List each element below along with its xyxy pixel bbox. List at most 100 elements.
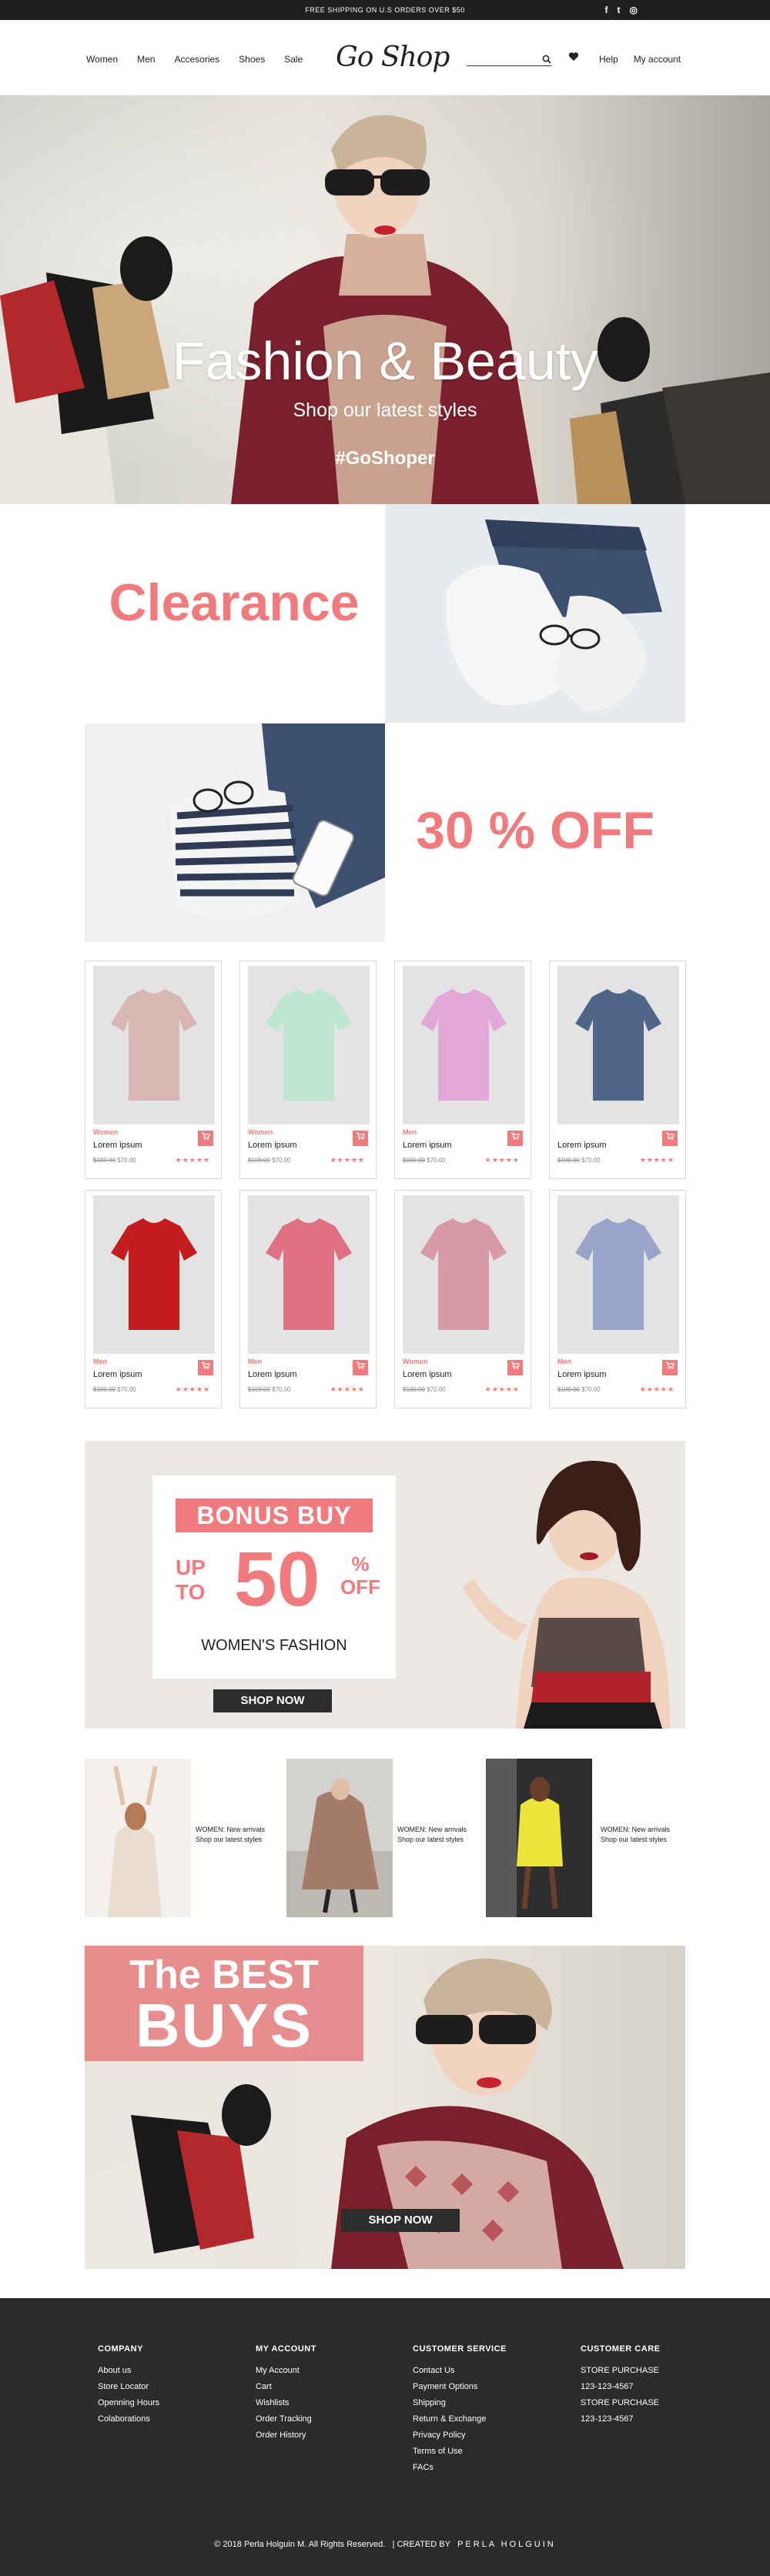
product-price: $100.00 $70.00 [557, 1386, 601, 1393]
account-nav: Help My account [599, 54, 681, 65]
instagram-icon[interactable]: ◎ [630, 5, 638, 15]
nav-women[interactable]: Women [86, 54, 118, 65]
product-category: Men [93, 1358, 107, 1365]
twitter-icon[interactable]: t [618, 5, 621, 15]
author-credit[interactable]: PERLA HOLGUIN [457, 2540, 556, 2549]
product-card[interactable]: Men Lorem ipsum $100.00 $70.00 ★★★★★ [239, 1190, 377, 1408]
product-name[interactable]: Lorem ipsum [93, 1370, 142, 1379]
footer-link[interactable]: Payment Options [413, 2379, 507, 2395]
bonus-to: TO [176, 1580, 206, 1604]
bonus-shop-now-button[interactable]: SHOP NOW [213, 1689, 332, 1712]
footer-link[interactable]: Return & Exchange [413, 2411, 507, 2427]
footer-link[interactable]: My Account [256, 2363, 316, 2379]
site-logo[interactable]: Go Shop [336, 42, 450, 73]
add-to-cart-icon[interactable] [198, 1131, 213, 1146]
footer-link[interactable]: Terms of Use [413, 2444, 507, 2460]
product-price: $100.00 $70.00 [93, 1157, 136, 1164]
hero-title: Fashion & Beauty [172, 331, 598, 391]
footer-link[interactable]: Store Locator [98, 2379, 159, 2395]
add-to-cart-icon[interactable] [353, 1360, 368, 1375]
nav-accessories[interactable]: Accesories [174, 54, 219, 65]
footer-link[interactable]: FACs [413, 2460, 507, 2476]
footer-link[interactable]: Shipping [413, 2395, 507, 2411]
product-card[interactable]: Women Lorem ipsum $100.00 $70.00 ★★★★★ [394, 1190, 531, 1408]
product-image[interactable] [557, 1195, 679, 1354]
bonus-up: UP [176, 1555, 206, 1579]
nav-sale[interactable]: Sale [284, 54, 303, 65]
best-buys-shop-now-button[interactable]: SHOP NOW [341, 2209, 460, 2232]
product-image[interactable] [248, 1195, 370, 1354]
arrival-image-1[interactable] [85, 1759, 191, 1917]
product-image[interactable] [93, 966, 215, 1124]
add-to-cart-icon[interactable] [662, 1360, 678, 1375]
product-card[interactable]: Men Lorem ipsum $100.00 $70.00 ★★★★★ [549, 1190, 686, 1408]
footer-link[interactable]: About us [98, 2363, 159, 2379]
arrival-1-subtitle: Shop our latest styles [196, 1836, 263, 1843]
bonus-subtitle: WOMEN'S FASHION [201, 1637, 347, 1654]
clearance-image[interactable] [385, 504, 685, 723]
product-name[interactable]: Lorem ipsum [557, 1370, 607, 1379]
footer-link[interactable]: STORE PURCHASE [581, 2395, 660, 2411]
shipping-message: FREE SHIPPING ON U.S ORDERS OVER $50 [305, 6, 465, 14]
footer-link[interactable]: Colaborations [98, 2411, 159, 2427]
product-name[interactable]: Lorem ipsum [248, 1370, 297, 1379]
product-image[interactable] [248, 966, 370, 1124]
product-old-price: $100.00 [403, 1157, 425, 1164]
product-card[interactable]: Men Lorem ipsum $100.00 $70.00 ★★★★★ [85, 1190, 222, 1408]
arrival-1-title: WOMEN: New arrivals [196, 1826, 266, 1833]
product-category: Men [557, 1358, 571, 1365]
help-link[interactable]: Help [599, 54, 618, 65]
product-image[interactable] [403, 1195, 524, 1354]
search-input[interactable] [467, 57, 537, 66]
footer-link[interactable]: Contact Us [413, 2363, 507, 2379]
product-image[interactable] [93, 1195, 215, 1354]
facebook-icon[interactable]: f [605, 5, 608, 15]
footer-link[interactable]: Privacy Policy [413, 2427, 507, 2444]
add-to-cart-icon[interactable] [662, 1131, 678, 1146]
product-name[interactable]: Lorem ipsum [403, 1141, 452, 1150]
product-image[interactable] [557, 966, 679, 1124]
hero-model-image [0, 115, 770, 504]
footer-link[interactable]: Wishlists [256, 2395, 316, 2411]
footer-link[interactable]: 123-123-4567 [581, 2379, 660, 2395]
footer-link[interactable]: 123-123-4567 [581, 2411, 660, 2427]
product-card[interactable]: Lorem ipsum $100.00 $70.00 ★★★★★ [549, 961, 686, 1179]
footer-link[interactable]: Order History [256, 2427, 316, 2444]
footer-link[interactable]: STORE PURCHASE [581, 2363, 660, 2379]
footer-column: COMPANY About us Store Locator Openning Hou… [98, 2344, 159, 2427]
arrival-image-2[interactable] [286, 1759, 393, 1917]
product-card[interactable]: Women Lorem ipsum $100.00 $70.00 ★★★★★ [85, 961, 222, 1179]
product-rating: ★★★★★ [330, 1385, 365, 1393]
add-to-cart-icon[interactable] [507, 1131, 523, 1146]
nav-shoes[interactable]: Shoes [239, 54, 265, 65]
footer-link[interactable]: Order Tracking [256, 2411, 316, 2427]
bonus-percent: % [351, 1552, 370, 1575]
product-rating: ★★★★★ [639, 1156, 675, 1164]
add-to-cart-icon[interactable] [353, 1131, 368, 1146]
discount-image[interactable] [85, 723, 385, 942]
hero-banner[interactable]: Fashion & Beauty Shop our latest styles … [0, 95, 770, 504]
footer-link[interactable]: Cart [256, 2379, 316, 2395]
add-to-cart-icon[interactable] [507, 1360, 523, 1375]
search-icon[interactable] [542, 54, 551, 68]
product-card[interactable]: Men Lorem ipsum $100.00 $70.00 ★★★★★ [394, 961, 531, 1179]
product-card[interactable]: Women Lorem ipsum $100.00 $70.00 ★★★★★ [239, 961, 377, 1179]
wishlist-heart-icon[interactable] [568, 52, 579, 64]
product-rating: ★★★★★ [484, 1385, 520, 1393]
best-buys-banner: The BEST BUYS SHOP NOW [85, 1946, 685, 2269]
product-sale-price: $70.00 [272, 1386, 291, 1393]
arrival-image-3[interactable] [486, 1759, 592, 1917]
product-name[interactable]: Lorem ipsum [248, 1141, 297, 1150]
product-name[interactable]: Lorem ipsum [93, 1141, 142, 1150]
bonus-up-to: UP TO [176, 1555, 206, 1605]
product-category: Women [403, 1358, 428, 1365]
product-image[interactable] [403, 966, 524, 1124]
nav-men[interactable]: Men [137, 54, 155, 65]
arrival-3-title: WOMEN: New arrivals [601, 1826, 671, 1833]
product-name[interactable]: Lorem ipsum [557, 1141, 607, 1150]
my-account-link[interactable]: My account [634, 54, 681, 65]
add-to-cart-icon[interactable] [198, 1360, 213, 1375]
product-rating: ★★★★★ [484, 1156, 520, 1164]
footer-link[interactable]: Openning Hours [98, 2395, 159, 2411]
product-name[interactable]: Lorem ipsum [403, 1370, 452, 1379]
